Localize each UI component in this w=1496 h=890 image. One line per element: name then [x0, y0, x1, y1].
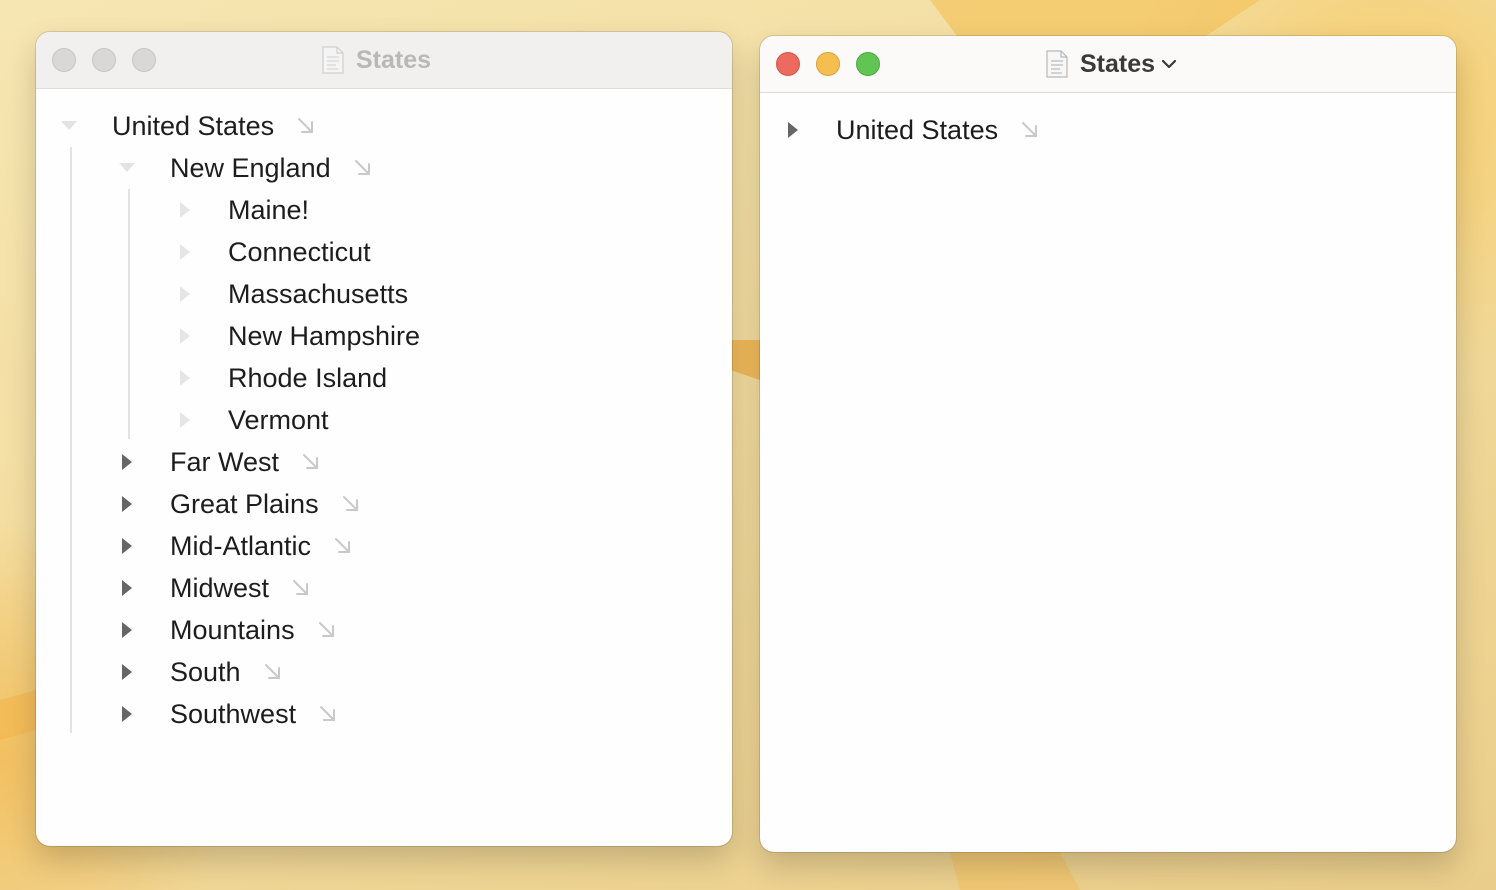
zoom-button[interactable]	[132, 48, 156, 72]
disclosure-triangle-icon[interactable]	[170, 399, 200, 441]
outline-row[interactable]: New England	[112, 147, 373, 189]
link-arrow-icon[interactable]	[341, 494, 361, 514]
link-arrow-icon[interactable]	[1020, 120, 1040, 140]
right-window-titlebar[interactable]: States	[760, 36, 1456, 93]
outline-row[interactable]: United States	[54, 105, 316, 147]
outline-row[interactable]: Connecticut	[170, 231, 371, 273]
outline-row[interactable]: Mid-Atlantic	[112, 525, 353, 567]
disclosure-triangle-icon[interactable]	[112, 693, 142, 735]
left-window-titlebar[interactable]: States	[36, 32, 732, 89]
outline-item-label[interactable]: United States	[836, 115, 998, 146]
document-icon	[1046, 50, 1068, 78]
outline-item-label[interactable]: Southwest	[170, 699, 296, 730]
link-arrow-icon[interactable]	[291, 578, 311, 598]
outline-row[interactable]: Southwest	[112, 693, 338, 735]
outline-row[interactable]: Massachusetts	[170, 273, 408, 315]
window-title-text: States	[1080, 49, 1156, 78]
outline-item-label[interactable]: Mid-Atlantic	[170, 531, 311, 562]
close-button[interactable]	[52, 48, 76, 72]
left-window: States United States New England Maine! Con…	[36, 32, 732, 846]
outline-row[interactable]: New Hampshire	[170, 315, 420, 357]
link-arrow-icon[interactable]	[317, 620, 337, 640]
link-arrow-icon[interactable]	[318, 704, 338, 724]
window-title[interactable]: States	[1046, 36, 1177, 92]
document-icon	[322, 46, 344, 74]
disclosure-triangle-icon[interactable]	[112, 525, 142, 567]
outline-row[interactable]: Great Plains	[112, 483, 361, 525]
outline-row[interactable]: Far West	[112, 441, 321, 483]
zoom-button[interactable]	[856, 52, 880, 76]
disclosure-triangle-icon[interactable]	[170, 315, 200, 357]
outline-item-label[interactable]: New Hampshire	[228, 321, 420, 352]
minimize-button[interactable]	[816, 52, 840, 76]
disclosure-triangle-icon[interactable]	[170, 273, 200, 315]
outline-item-label[interactable]: Great Plains	[170, 489, 319, 520]
outline-view[interactable]: United States	[760, 93, 1456, 852]
outline-item-label[interactable]: Midwest	[170, 573, 269, 604]
disclosure-triangle-icon[interactable]	[112, 441, 142, 483]
outline-row[interactable]: Vermont	[170, 399, 329, 441]
outline-item-label[interactable]: Massachusetts	[228, 279, 408, 310]
outline-row[interactable]: Mountains	[112, 609, 337, 651]
disclosure-triangle-icon[interactable]	[170, 189, 200, 231]
disclosure-expanded-icon[interactable]	[112, 147, 142, 189]
disclosure-triangle-icon[interactable]	[112, 483, 142, 525]
disclosure-triangle-icon[interactable]	[778, 109, 808, 151]
link-arrow-icon[interactable]	[353, 158, 373, 178]
disclosure-triangle-icon[interactable]	[170, 357, 200, 399]
close-button[interactable]	[776, 52, 800, 76]
outline-row[interactable]: South	[112, 651, 283, 693]
outline-guide-line	[70, 147, 72, 733]
disclosure-triangle-icon[interactable]	[170, 231, 200, 273]
outline-view[interactable]: United States New England Maine! Connecticu…	[36, 89, 732, 846]
outline-item-label[interactable]: New England	[170, 153, 331, 184]
outline-item-label[interactable]: Mountains	[170, 615, 295, 646]
outline-guide-line	[128, 189, 130, 439]
outline-row[interactable]: Midwest	[112, 567, 311, 609]
outline-item-label[interactable]: Vermont	[228, 405, 329, 436]
window-title-text: States	[356, 45, 432, 74]
link-arrow-icon[interactable]	[296, 116, 316, 136]
disclosure-triangle-icon[interactable]	[112, 651, 142, 693]
outline-item-label[interactable]: United States	[112, 111, 274, 142]
outline-item-label[interactable]: South	[170, 657, 241, 688]
right-window: States United States	[760, 36, 1456, 852]
outline-item-label[interactable]: Far West	[170, 447, 279, 478]
outline-item-label[interactable]: Maine!	[228, 195, 309, 226]
disclosure-expanded-icon[interactable]	[54, 105, 84, 147]
link-arrow-icon[interactable]	[301, 452, 321, 472]
disclosure-triangle-icon[interactable]	[112, 567, 142, 609]
link-arrow-icon[interactable]	[263, 662, 283, 682]
outline-row[interactable]: Rhode Island	[170, 357, 387, 399]
minimize-button[interactable]	[92, 48, 116, 72]
disclosure-triangle-icon[interactable]	[112, 609, 142, 651]
outline-item-label[interactable]: Connecticut	[228, 237, 371, 268]
link-arrow-icon[interactable]	[333, 536, 353, 556]
outline-item-label[interactable]: Rhode Island	[228, 363, 387, 394]
chevron-down-icon[interactable]	[1161, 58, 1177, 70]
outline-row[interactable]: Maine!	[170, 189, 309, 231]
outline-row[interactable]: United States	[778, 109, 1040, 151]
window-title: States	[322, 32, 431, 88]
